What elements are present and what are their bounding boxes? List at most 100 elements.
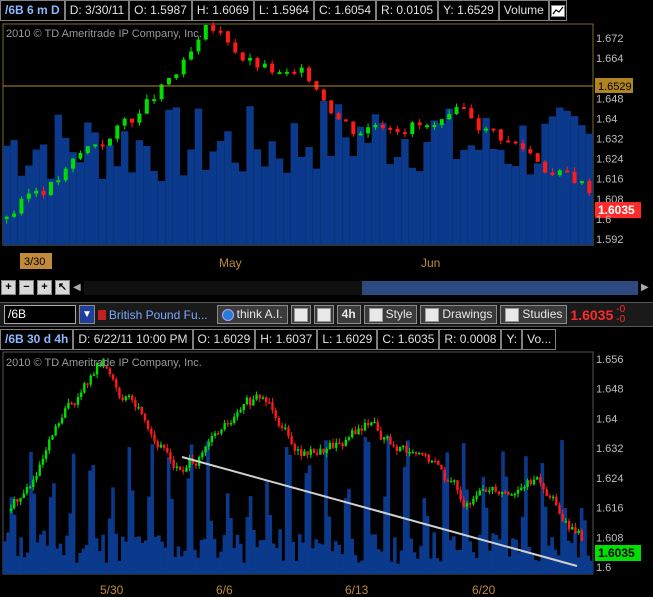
bottom-volume-bar — [448, 540, 453, 574]
bottom-volume-bar — [343, 498, 348, 574]
scroll-thumb[interactable] — [362, 281, 638, 295]
bottom-candle-body — [28, 486, 32, 489]
top-volume-bar — [121, 131, 129, 245]
bottom-volume-bar — [275, 548, 279, 574]
link-tool-button[interactable] — [313, 305, 334, 324]
top-candle-body — [461, 107, 466, 110]
studies-button[interactable]: Studies — [500, 305, 568, 324]
bottom-symbol-label[interactable]: /6B 30 d 4h — [0, 329, 74, 350]
symbol-dropdown-button[interactable]: ▼ — [79, 305, 95, 324]
bottom-volume-bar — [416, 558, 420, 574]
bottom-candle-body — [280, 425, 284, 428]
top-candle-body — [56, 180, 61, 183]
bottom-range-readout: R: 0.0008 — [439, 329, 502, 350]
bottom-volume-bar — [124, 541, 128, 574]
bottom-volume-bar — [350, 538, 355, 574]
top-y-tick-label: 1.672 — [596, 33, 624, 45]
top-volume-bar — [379, 122, 387, 245]
bottom-volume-bar — [524, 456, 528, 574]
top-volume-bar — [578, 125, 586, 245]
zoom-in-icon[interactable]: + — [37, 280, 52, 295]
top-symbol-label[interactable]: /6B 6 m D — [0, 0, 65, 21]
drawings-button[interactable]: Drawings — [420, 305, 498, 324]
top-chart-header: /6B 6 m D D: 3/30/11 O: 1.5987 H: 1.6069… — [0, 0, 567, 21]
bottom-candle-body — [79, 392, 83, 397]
top-candle-body — [144, 99, 149, 114]
top-volume-bar — [526, 174, 534, 245]
top-candle-body — [218, 30, 223, 33]
top-candle-body — [307, 67, 312, 82]
bottom-candle-body — [169, 452, 172, 460]
top-price-chart[interactable]: 1.672 1.664 1.65291.648 1.64 1.632 1.624 1.616… — [0, 21, 653, 279]
pointer-icon[interactable]: ↖ — [55, 280, 70, 295]
bottom-candle-body — [312, 449, 316, 453]
top-volume-bar — [489, 148, 498, 245]
bottom-candle-body — [453, 480, 456, 482]
bottom-candle-body — [322, 448, 325, 453]
bottom-x-tick-label: 6/6 — [216, 583, 233, 597]
top-candle-body — [255, 57, 260, 68]
bottom-volume-bar — [209, 520, 214, 574]
top-volume-bar — [452, 159, 461, 245]
bottom-candle-body — [185, 467, 188, 472]
bottom-volume-bar — [153, 537, 158, 574]
bottom-y-tick-label: 1.624 — [596, 473, 624, 485]
bottom-volume-bar — [32, 493, 37, 574]
scroll-track[interactable] — [84, 281, 362, 295]
bottom-candle-body — [433, 460, 437, 463]
bottom-volume-bar — [419, 546, 423, 574]
zoom-out-icon[interactable]: − — [19, 280, 34, 295]
expand-chart-icon[interactable] — [548, 0, 567, 21]
bottom-volume-bar — [225, 493, 230, 574]
aggregation-button[interactable]: 4h — [336, 305, 361, 324]
top-candle-body — [292, 71, 297, 74]
top-date-marker-label: 3/30 — [24, 256, 45, 268]
bottom-candle-body — [481, 489, 485, 491]
bottom-low-readout: L: 1.6029 — [317, 329, 378, 350]
bottom-volume-bar — [186, 478, 191, 574]
bottom-candle-body — [571, 527, 574, 530]
think-ai-button[interactable]: think A.I. — [216, 305, 288, 324]
scroll-left-icon[interactable]: ◀ — [73, 282, 81, 293]
bottom-candle-body — [488, 490, 491, 492]
bottom-volume-bar — [71, 453, 76, 574]
drawing-tool-button[interactable] — [290, 305, 311, 324]
bottom-volume-bar — [527, 546, 532, 574]
bottom-candle-body — [331, 442, 335, 448]
bottom-volume-bar — [134, 537, 138, 574]
bottom-volume-bar — [537, 561, 541, 574]
bottom-candle-body — [32, 479, 35, 487]
bottom-volume-bar — [294, 560, 299, 574]
top-volume-bar — [467, 145, 475, 245]
top-candle-body — [122, 118, 127, 126]
bottom-candle-body — [86, 383, 89, 385]
symbol-input[interactable]: /6B — [4, 305, 76, 324]
bottom-candle-body — [284, 427, 287, 430]
bottom-volume-bar — [22, 557, 27, 574]
top-candle-body — [587, 180, 592, 194]
bottom-volume-bar — [478, 534, 482, 574]
scroll-right-icon[interactable]: ▶ — [641, 282, 649, 293]
bottom-y-tick-label: 1.6 — [596, 562, 611, 574]
bottom-candle-body — [12, 499, 16, 509]
bottom-candle-body — [299, 449, 303, 456]
style-button[interactable]: Style — [363, 305, 418, 324]
top-candle-body — [211, 25, 216, 31]
bottom-volume-bar — [16, 556, 20, 574]
crosshair-icon[interactable]: + — [1, 280, 16, 295]
bottom-candle-body — [248, 397, 252, 406]
bottom-candle-body — [472, 498, 475, 505]
bottom-candle-body — [366, 422, 370, 426]
bottom-y-tick-label: 1.656 — [596, 354, 624, 366]
bottom-candle-body — [459, 490, 462, 500]
bottom-volume-bar — [576, 557, 581, 574]
bottom-price-chart[interactable]: 1.656 1.648 1.64 1.632 1.624 1.616 1.608 1.6035… — [0, 350, 653, 597]
top-candle-body — [366, 127, 371, 134]
bottom-volume-bar — [121, 536, 125, 574]
top-time-scrollbar[interactable]: + − + ↖ ◀ ▶ — [0, 279, 653, 298]
bottom-date-readout: D: 6/22/11 10:00 PM — [73, 329, 193, 350]
bottom-candle-body — [268, 402, 271, 404]
bottom-candle-body — [172, 459, 175, 468]
bottom-volume-bar — [471, 552, 476, 574]
bottom-candle-body — [335, 442, 338, 448]
